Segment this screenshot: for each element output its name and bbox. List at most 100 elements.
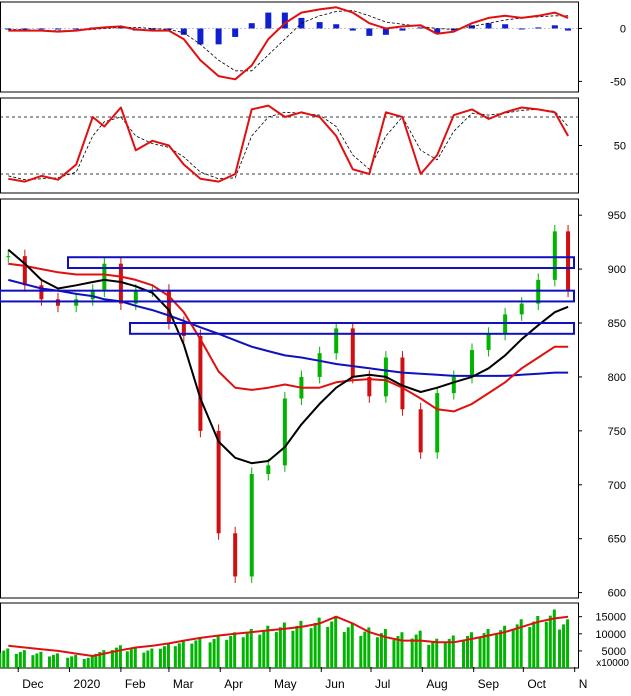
volume-bar (6, 648, 10, 668)
volume-bar (478, 637, 482, 668)
candle-body (266, 465, 271, 474)
volume-unit-label: x10000 (596, 658, 629, 669)
candle-body (470, 349, 475, 377)
x-tick-label: Jun (325, 677, 344, 691)
volume-bar (482, 633, 486, 668)
volume-bar (462, 639, 466, 668)
volume-bar (194, 640, 198, 668)
volume-bar (216, 635, 220, 668)
y-tick-label: 600 (608, 588, 626, 600)
candle-body (451, 376, 456, 394)
volume-bar (55, 653, 59, 668)
x-tick-label: Sep (478, 677, 500, 691)
volume-bar (363, 631, 367, 668)
y-tick-label: -50 (610, 76, 626, 88)
volume-bar (74, 655, 78, 668)
volume-bar (274, 632, 278, 668)
volume-bar (0, 652, 2, 668)
volume-bar (225, 639, 229, 668)
volume-bar (427, 644, 431, 668)
volume-bar (150, 648, 154, 668)
x-tick-label: Aug (426, 677, 447, 691)
volume-bar (90, 656, 94, 668)
x-tick-label: Oct (527, 677, 546, 691)
volume-bar (47, 656, 51, 668)
volume-bar (278, 627, 282, 668)
y-tick-label: 750 (608, 426, 626, 438)
price-panel: 950 900 850 800 750 700 650 600 (0, 210, 626, 600)
support-resistance-zone (67, 256, 575, 270)
x-tick-label: Apr (224, 677, 243, 691)
volume-bar (379, 633, 383, 668)
volume-bar (558, 629, 562, 668)
candle-body (233, 533, 238, 577)
candle-body (6, 256, 11, 258)
volume-bar (262, 630, 266, 668)
macd-histogram-bar (535, 27, 542, 29)
volume-bar (317, 617, 321, 668)
macd-line (8, 6, 569, 81)
y-tick-label: 950 (608, 210, 626, 222)
stoch-k-line (8, 104, 569, 183)
candle-body (74, 299, 79, 306)
volume-bar (266, 625, 270, 668)
x-tick-label: Dec (22, 677, 43, 691)
x-tick-label: Mar (173, 677, 194, 691)
volume-bar (245, 633, 249, 668)
volume-bar (383, 629, 387, 668)
macd-histogram-bar (551, 25, 558, 29)
macd-histogram-bar (54, 28, 61, 30)
candle-body (350, 328, 355, 377)
volume-bar (291, 630, 295, 668)
volume-bar (418, 630, 422, 668)
volume-bar (451, 635, 455, 668)
volume-bar (39, 651, 43, 668)
y-tick-label: 0 (620, 23, 626, 35)
candle-body (435, 393, 440, 453)
volume-bar (330, 621, 334, 668)
volume-bar (233, 632, 237, 668)
volume-bar (566, 619, 570, 668)
candle-body (216, 430, 221, 534)
volume-bar (133, 646, 137, 668)
volume-bar (142, 652, 146, 668)
macd-panel: 0 -50 (0, 6, 626, 88)
macd-histogram-bar (197, 28, 204, 45)
candle-body (418, 409, 423, 453)
volume-bar (309, 628, 313, 668)
stock-chart: 0 -50 50 950 900 850 800 750 700 650 600 15000 10… (0, 0, 631, 691)
macd-histogram-bar (248, 23, 255, 29)
macd-histogram-bar (399, 28, 406, 31)
x-tick-label: N (579, 677, 588, 691)
volume-bar (249, 629, 253, 668)
volume-bar (70, 656, 74, 668)
macd-histogram-bar (73, 28, 80, 30)
volume-bar (118, 645, 122, 668)
volume-bar (375, 637, 379, 668)
macd-histogram-bar (518, 28, 525, 30)
candle-body (536, 279, 541, 304)
volume-bar (2, 650, 6, 668)
volume-bar (431, 641, 435, 668)
y-tick-label: 700 (608, 480, 626, 492)
volume-bar (22, 650, 26, 668)
macd-histogram-bar (502, 24, 509, 29)
macd-histogram-bar (366, 28, 373, 36)
volume-bar (18, 652, 22, 668)
volume-bar (14, 653, 18, 668)
volume-bar (326, 626, 330, 668)
x-tick-label: May (274, 677, 297, 691)
volume-bar (31, 655, 35, 668)
volume-bar (359, 635, 363, 668)
candle-body (55, 299, 60, 306)
volume-bar (548, 615, 552, 668)
volume-panel: 15000 10000 5000x10000 (0, 609, 629, 669)
volume-bar (443, 642, 447, 668)
volume-bar (414, 634, 418, 668)
volume-bar (82, 659, 86, 668)
candle-body (566, 231, 571, 291)
volume-bar (350, 622, 354, 668)
volume-bar (158, 648, 162, 668)
volume-bar (342, 632, 346, 668)
x-tick-label: Feb (125, 677, 146, 691)
